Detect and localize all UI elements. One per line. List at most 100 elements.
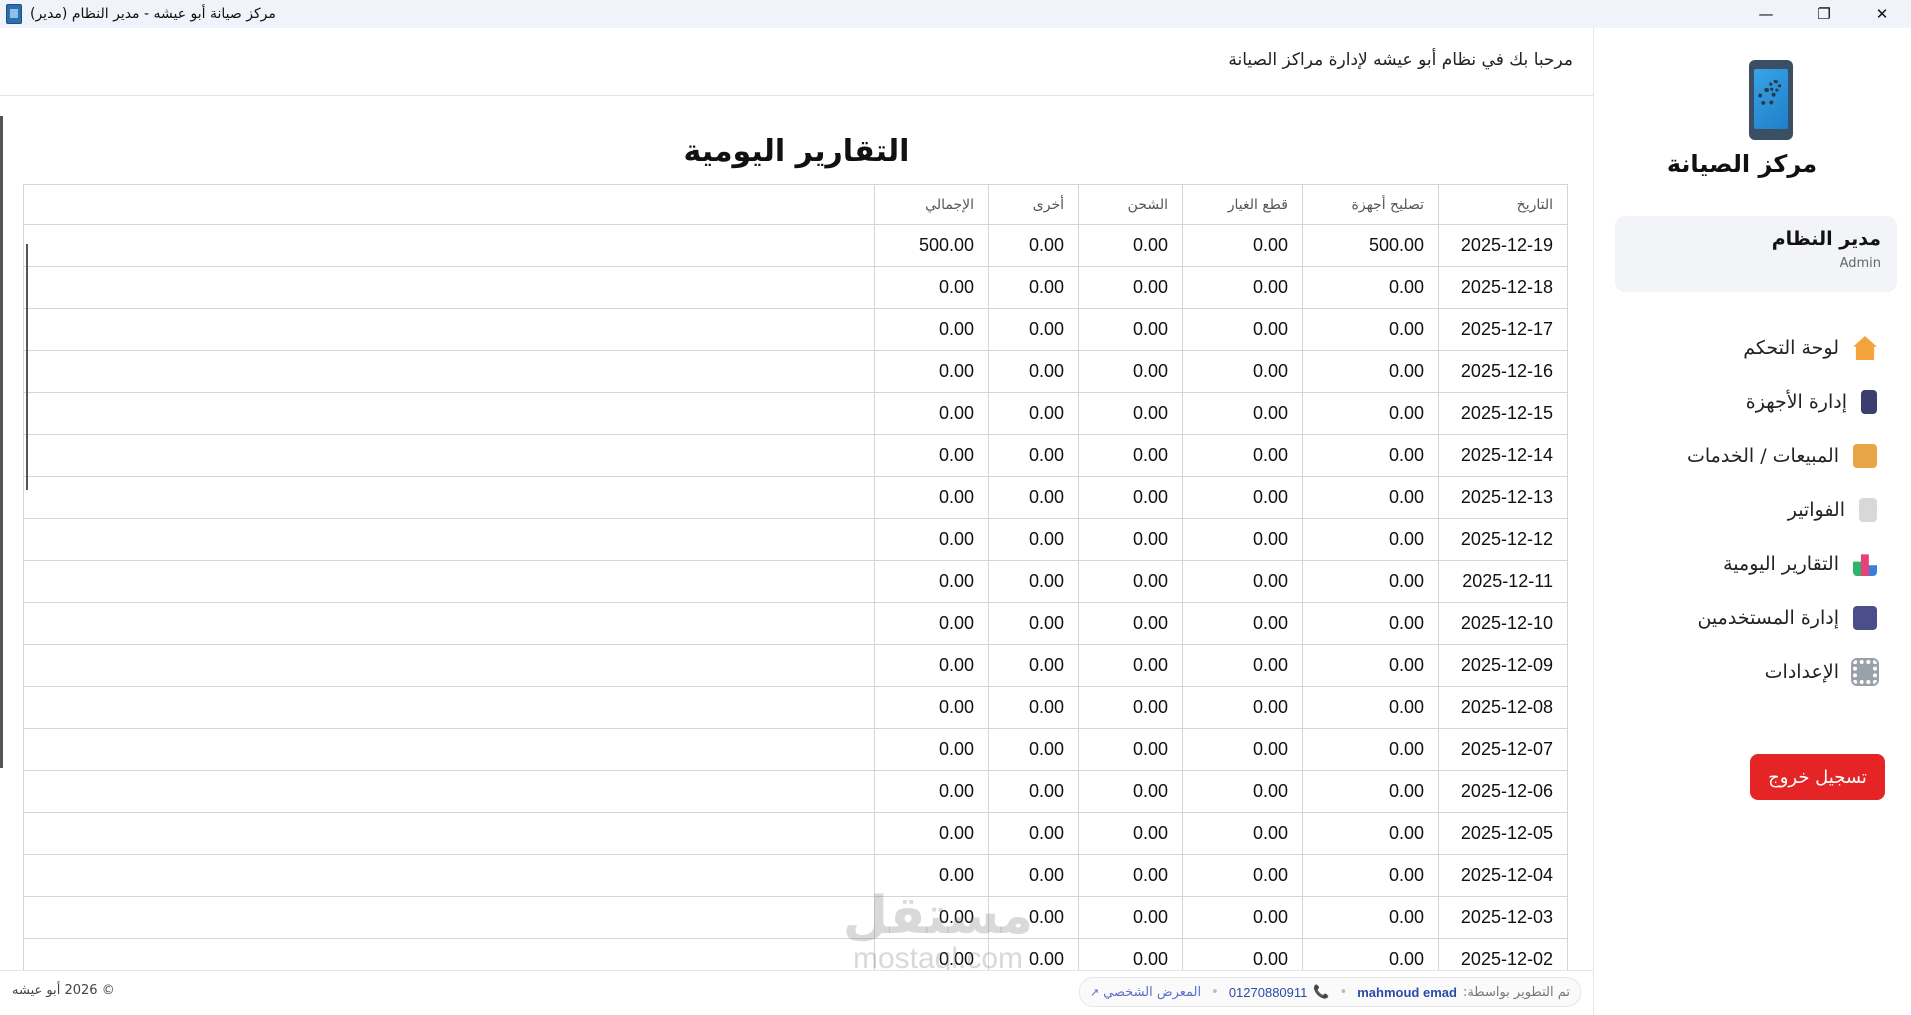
restore-button[interactable]: ❐ bbox=[1795, 0, 1853, 28]
table-cell: 0.00 bbox=[1182, 266, 1303, 309]
table-row[interactable]: 2025-12-04 0.00 0.00 0.00 0.00 0.00 bbox=[23, 854, 1568, 897]
table-row[interactable]: 2025-12-11 0.00 0.00 0.00 0.00 0.00 bbox=[23, 560, 1568, 603]
table-cell: 0.00 bbox=[988, 308, 1079, 351]
table-cell: 2025-12-11 bbox=[1438, 560, 1568, 603]
sidebar-item-dashboard[interactable]: لوحة التحكم bbox=[1617, 321, 1877, 375]
table-row[interactable]: 2025-12-08 0.00 0.00 0.00 0.00 0.00 bbox=[23, 686, 1568, 729]
home-icon bbox=[1853, 336, 1877, 360]
table-cell: 2025-12-18 bbox=[1438, 266, 1568, 309]
sidebar-item-sales[interactable]: المبيعات / الخدمات bbox=[1617, 429, 1877, 483]
table-cell-empty bbox=[23, 602, 875, 645]
portfolio-link[interactable]: المعرض الشخصي bbox=[1103, 985, 1201, 1000]
table-row[interactable]: 2025-12-16 0.00 0.00 0.00 0.00 0.00 bbox=[23, 350, 1568, 393]
table-cell: 0.00 bbox=[1182, 350, 1303, 393]
table-row[interactable]: 2025-12-19 500.00 0.00 0.00 0.00 500.00 bbox=[23, 224, 1568, 267]
developed-by-label: تم التطوير بواسطة: bbox=[1462, 984, 1570, 1000]
table-cell: 0.00 bbox=[988, 350, 1079, 393]
table-cell: 0.00 bbox=[1302, 350, 1439, 393]
close-button[interactable]: ✕ bbox=[1853, 0, 1911, 28]
table-cell: 0.00 bbox=[988, 434, 1079, 477]
table-cell: 0.00 bbox=[988, 896, 1079, 939]
table-row[interactable]: 2025-12-15 0.00 0.00 0.00 0.00 0.00 bbox=[23, 392, 1568, 435]
table-cell: 0.00 bbox=[1078, 770, 1183, 813]
scroll-indicator[interactable] bbox=[26, 244, 28, 490]
table-cell: 0.00 bbox=[874, 938, 989, 970]
table-cell: 0.00 bbox=[988, 602, 1079, 645]
table-header-row: التاريخ تصليح أجهزة قطع الغيار الشحن أخرى الإ… bbox=[23, 184, 1568, 225]
table-cell: 0.00 bbox=[988, 518, 1079, 561]
table-cell: 2025-12-19 bbox=[1438, 224, 1568, 267]
sidebar-item-label: المبيعات / الخدمات bbox=[1687, 445, 1839, 467]
table-cell-empty bbox=[23, 266, 875, 309]
sidebar-item-settings[interactable]: الإعدادات bbox=[1617, 645, 1879, 699]
window-titlebar: مركز صيانة أبو عيشه - مدير النظام (مدير)… bbox=[0, 0, 1911, 28]
table-cell: 0.00 bbox=[1302, 686, 1439, 729]
table-cell: 0.00 bbox=[1302, 644, 1439, 687]
table-cell: 2025-12-07 bbox=[1438, 728, 1568, 771]
table-cell: 0.00 bbox=[988, 560, 1079, 603]
main-content: التقارير اليومية التاريخ تصليح أجهزة قطع ا… bbox=[0, 96, 1593, 970]
table-cell: 0.00 bbox=[988, 770, 1079, 813]
table-cell: 0.00 bbox=[1078, 938, 1183, 970]
table-cell: 2025-12-02 bbox=[1438, 938, 1568, 970]
table-cell: 0.00 bbox=[1302, 854, 1439, 897]
sidebar-item-invoices[interactable]: الفواتير bbox=[1617, 483, 1877, 537]
logout-button[interactable]: تسجيل خروج bbox=[1750, 754, 1885, 800]
table-cell-empty bbox=[23, 854, 875, 897]
sidebar-nav: لوحة التحكم إدارة الأجهزة المبيعات / الخ… bbox=[1617, 321, 1879, 699]
table-cell: 0.00 bbox=[874, 518, 989, 561]
table-row[interactable]: 2025-12-10 0.00 0.00 0.00 0.00 0.00 bbox=[23, 602, 1568, 645]
table-cell: 0.00 bbox=[1078, 224, 1183, 267]
table-cell: 0.00 bbox=[874, 266, 989, 309]
sidebar-item-devices[interactable]: إدارة الأجهزة bbox=[1617, 375, 1877, 429]
table-cell: 0.00 bbox=[874, 308, 989, 351]
table-row[interactable]: 2025-12-06 0.00 0.00 0.00 0.00 0.00 bbox=[23, 770, 1568, 813]
reports-table-container[interactable]: التاريخ تصليح أجهزة قطع الغيار الشحن أخرى الإ… bbox=[23, 184, 1568, 970]
window-controls: — ❐ ✕ bbox=[1737, 0, 1911, 28]
column-header: الشحن bbox=[1078, 184, 1183, 225]
table-row[interactable]: 2025-12-05 0.00 0.00 0.00 0.00 0.00 bbox=[23, 812, 1568, 855]
table-cell: 0.00 bbox=[1302, 602, 1439, 645]
external-link-icon: ↗ bbox=[1089, 985, 1100, 999]
column-header: تصليح أجهزة bbox=[1302, 184, 1439, 225]
table-cell: 0.00 bbox=[1182, 686, 1303, 729]
table-row[interactable]: 2025-12-13 0.00 0.00 0.00 0.00 0.00 bbox=[23, 476, 1568, 519]
gear-icon bbox=[1851, 658, 1879, 686]
table-cell-empty bbox=[23, 896, 875, 939]
table-cell: 0.00 bbox=[874, 392, 989, 435]
table-cell: 0.00 bbox=[874, 476, 989, 519]
table-row[interactable]: 2025-12-09 0.00 0.00 0.00 0.00 0.00 bbox=[23, 644, 1568, 687]
minimize-button[interactable]: — bbox=[1737, 0, 1795, 28]
table-cell: 500.00 bbox=[1302, 224, 1439, 267]
developer-credit: تم التطوير بواسطة: mahmoud emad • 📞 0127… bbox=[1078, 977, 1581, 1007]
table-cell: 0.00 bbox=[988, 686, 1079, 729]
table-row[interactable]: 2025-12-03 0.00 0.00 0.00 0.00 0.00 bbox=[23, 896, 1568, 939]
table-cell: 0.00 bbox=[1302, 896, 1439, 939]
developer-name[interactable]: mahmoud emad bbox=[1357, 985, 1457, 1000]
table-cell: 0.00 bbox=[1182, 434, 1303, 477]
table-cell: 0.00 bbox=[1078, 728, 1183, 771]
table-cell: 2025-12-17 bbox=[1438, 308, 1568, 351]
table-cell: 2025-12-04 bbox=[1438, 854, 1568, 897]
daily-reports-table: التاريخ تصليح أجهزة قطع الغيار الشحن أخرى الإ… bbox=[23, 184, 1568, 970]
table-row[interactable]: 2025-12-18 0.00 0.00 0.00 0.00 0.00 bbox=[23, 266, 1568, 309]
sidebar-item-label: الفواتير bbox=[1787, 499, 1845, 521]
table-row[interactable]: 2025-12-07 0.00 0.00 0.00 0.00 0.00 bbox=[23, 728, 1568, 771]
table-row[interactable]: 2025-12-12 0.00 0.00 0.00 0.00 0.00 bbox=[23, 518, 1568, 561]
table-cell-empty bbox=[23, 770, 875, 813]
money-bag-icon bbox=[1853, 444, 1877, 468]
developer-phone[interactable]: 01270880911 bbox=[1229, 985, 1308, 1000]
table-row[interactable]: 2025-12-14 0.00 0.00 0.00 0.00 0.00 bbox=[23, 434, 1568, 477]
sidebar-item-daily-reports[interactable]: التقارير اليومية bbox=[1617, 537, 1877, 591]
table-cell: 0.00 bbox=[1078, 854, 1183, 897]
table-cell: 0.00 bbox=[874, 770, 989, 813]
chart-icon bbox=[1853, 554, 1877, 576]
table-cell: 0.00 bbox=[874, 560, 989, 603]
separator-dot: • bbox=[1211, 984, 1219, 1000]
sidebar-item-users[interactable]: إدارة المستخدمين bbox=[1617, 591, 1877, 645]
column-header: أخرى bbox=[988, 184, 1079, 225]
table-row[interactable]: 2025-12-17 0.00 0.00 0.00 0.00 0.00 bbox=[23, 308, 1568, 351]
table-row[interactable]: 2025-12-02 0.00 0.00 0.00 0.00 0.00 bbox=[23, 938, 1568, 970]
table-cell: 0.00 bbox=[1302, 434, 1439, 477]
table-cell: 0.00 bbox=[874, 854, 989, 897]
